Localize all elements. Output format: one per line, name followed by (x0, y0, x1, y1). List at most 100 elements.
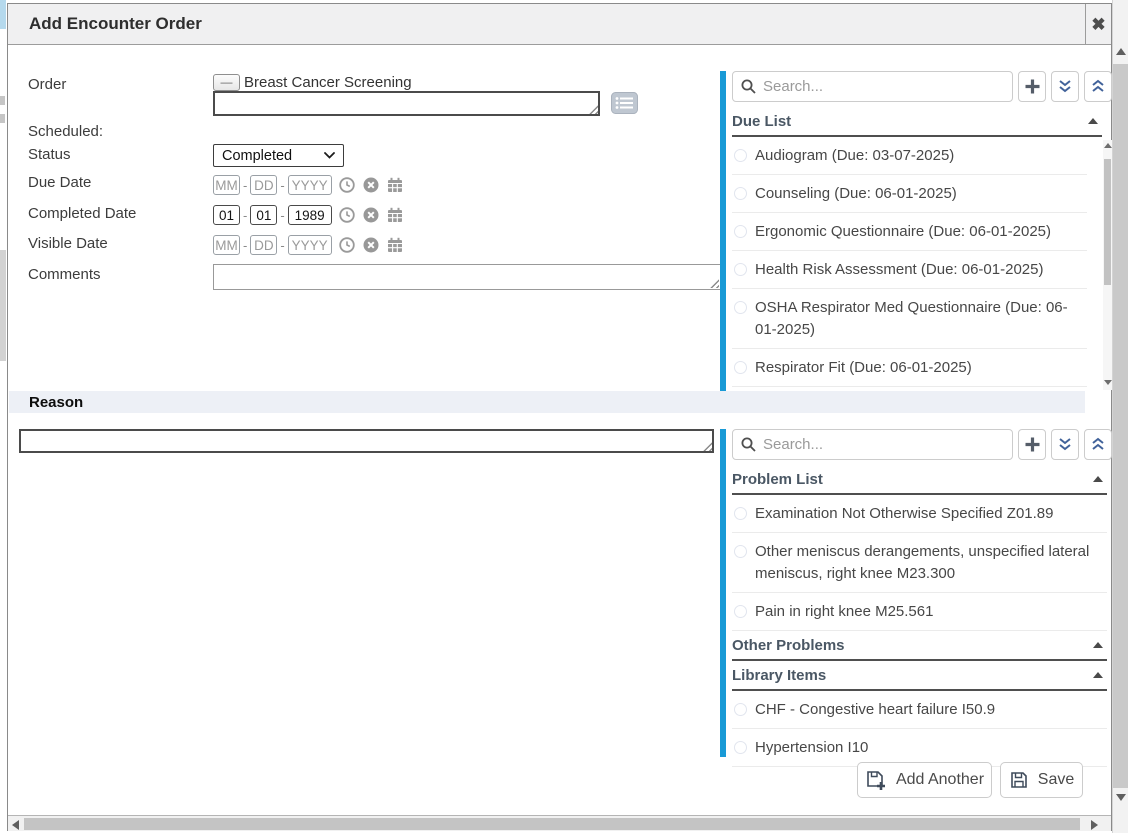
due-date-month-input[interactable] (213, 175, 240, 195)
scroll-down-icon[interactable] (1104, 380, 1112, 385)
problem-search-row (732, 429, 1112, 460)
comments-input[interactable] (213, 264, 721, 290)
close-button[interactable]: ✖ (1085, 4, 1111, 44)
completed-date-day-input[interactable] (250, 205, 277, 225)
due-list-item-label: Counseling (Due: 06-01-2025) (755, 183, 957, 205)
order-input[interactable] (213, 91, 600, 116)
vertical-scrollbar[interactable] (1112, 0, 1128, 833)
due-date-label: Due Date (28, 174, 91, 191)
add-another-button[interactable]: Add Another (857, 762, 992, 798)
due-list-scrollbar-thumb[interactable] (1104, 159, 1111, 285)
date-separator: - (243, 178, 247, 193)
scroll-down-icon[interactable] (1116, 794, 1126, 801)
collapse-section-icon[interactable] (1093, 642, 1103, 648)
minus-icon: — (221, 75, 233, 89)
due-search-input[interactable] (732, 71, 1013, 102)
reason-input-wrap (19, 429, 714, 453)
visible-date-clear-button[interactable] (362, 236, 380, 254)
completed-date-year-input[interactable] (288, 205, 332, 225)
scroll-right-icon[interactable] (1091, 820, 1098, 830)
completed-date-time-button[interactable] (338, 206, 356, 224)
library-item-label: Hypertension I10 (755, 737, 868, 759)
background-app-fragment (0, 96, 5, 105)
completed-date-clear-button[interactable] (362, 206, 380, 224)
problem-list-item[interactable]: Examination Not Otherwise Specified Z01.… (732, 495, 1107, 533)
due-list-item[interactable]: Health Risk Assessment (Due: 06-01-2025) (732, 251, 1087, 289)
due-expand-all-button[interactable] (1051, 71, 1079, 102)
order-label: Order (28, 76, 66, 93)
save-icon (1009, 770, 1029, 790)
due-list-item-label: Ergonomic Questionnaire (Due: 06-01-2025… (755, 221, 1051, 243)
due-list-item[interactable]: OSHA Respirator Med Questionnaire (Due: … (732, 289, 1087, 349)
calendar-icon (386, 176, 404, 194)
due-date-row: - - (213, 174, 404, 196)
due-list-item-label: Health Risk Assessment (Due: 06-01-2025) (755, 259, 1043, 281)
problem-panel-accent-bar (720, 429, 726, 757)
visible-date-month-input[interactable] (213, 235, 240, 255)
selected-order-name: Breast Cancer Screening (244, 74, 412, 91)
due-date-clear-button[interactable] (362, 176, 380, 194)
scroll-up-icon[interactable] (1104, 143, 1112, 148)
chevron-down-icon (324, 152, 335, 159)
problem-search-input[interactable] (732, 429, 1013, 460)
radio-icon (734, 507, 747, 520)
screen: Add Encounter Order ✖ Order Scheduled: S… (0, 0, 1128, 833)
problem-list-header[interactable]: Problem List (732, 465, 1107, 495)
save-button[interactable]: Save (1000, 762, 1083, 798)
other-problems-header-label: Other Problems (732, 637, 845, 654)
problem-add-button[interactable] (1018, 429, 1046, 460)
vertical-scrollbar-thumb[interactable] (1113, 64, 1128, 788)
due-add-button[interactable] (1018, 71, 1046, 102)
save-label: Save (1038, 771, 1074, 789)
visible-date-time-button[interactable] (338, 236, 356, 254)
library-items-header[interactable]: Library Items (732, 661, 1107, 691)
status-select[interactable]: Completed (213, 144, 344, 167)
completed-date-calendar-button[interactable] (386, 206, 404, 224)
scroll-left-icon[interactable] (12, 820, 19, 830)
due-date-calendar-button[interactable] (386, 176, 404, 194)
problem-expand-all-button[interactable] (1051, 429, 1079, 460)
add-encounter-order-dialog: Add Encounter Order ✖ Order Scheduled: S… (7, 3, 1112, 831)
horizontal-scrollbar[interactable] (8, 815, 1111, 831)
problem-list-item[interactable]: Pain in right knee M25.561 (732, 593, 1107, 631)
visible-date-label: Visible Date (28, 235, 108, 252)
calendar-icon (386, 206, 404, 224)
collapse-section-icon[interactable] (1093, 672, 1103, 678)
horizontal-scrollbar-thumb[interactable] (24, 818, 1080, 830)
visible-date-day-input[interactable] (250, 235, 277, 255)
due-date-time-button[interactable] (338, 176, 356, 194)
due-list-item[interactable]: Ergonomic Questionnaire (Due: 06-01-2025… (732, 213, 1087, 251)
due-date-day-input[interactable] (250, 175, 277, 195)
scroll-up-icon[interactable] (1116, 48, 1126, 55)
visible-date-year-input[interactable] (288, 235, 332, 255)
due-list-item-label: Respirator Fit (Due: 06-01-2025) (755, 357, 972, 379)
completed-date-month-input[interactable] (213, 205, 240, 225)
order-list-button[interactable] (611, 92, 638, 114)
problem-list-item[interactable]: Other meniscus derangements, unspecified… (732, 533, 1107, 593)
other-problems-header[interactable]: Other Problems (732, 631, 1107, 661)
due-list-header[interactable]: Due List (732, 107, 1102, 137)
x-circle-icon (362, 206, 380, 224)
problem-list-item-label: Examination Not Otherwise Specified Z01.… (755, 503, 1053, 525)
due-list-item[interactable]: Counseling (Due: 06-01-2025) (732, 175, 1087, 213)
problem-panel-sections: Problem List Examination Not Otherwise S… (732, 465, 1107, 767)
problem-search-box (732, 429, 1013, 460)
due-date-year-input[interactable] (288, 175, 332, 195)
list-icon (611, 92, 638, 114)
status-select-value: Completed (222, 148, 292, 164)
remove-order-button[interactable]: — (213, 74, 240, 91)
library-item[interactable]: CHF - Congestive heart failure I50.9 (732, 691, 1107, 729)
problem-collapse-all-button[interactable] (1084, 429, 1112, 460)
due-list-item[interactable]: Audiogram (Due: 03-07-2025) (732, 137, 1087, 175)
due-list-item-label: OSHA Respirator Med Questionnaire (Due: … (755, 297, 1085, 341)
due-collapse-all-button[interactable] (1084, 71, 1112, 102)
visible-date-calendar-button[interactable] (386, 236, 404, 254)
plus-icon (1024, 78, 1041, 95)
order-input-wrap (213, 91, 600, 116)
due-list-item[interactable]: Respirator Fit (Due: 06-01-2025) (732, 349, 1087, 387)
collapse-section-icon[interactable] (1088, 118, 1098, 124)
reason-input[interactable] (19, 429, 714, 453)
completed-date-row: - - (213, 204, 404, 226)
collapse-section-icon[interactable] (1093, 476, 1103, 482)
due-list-scrollbar[interactable] (1103, 140, 1112, 390)
